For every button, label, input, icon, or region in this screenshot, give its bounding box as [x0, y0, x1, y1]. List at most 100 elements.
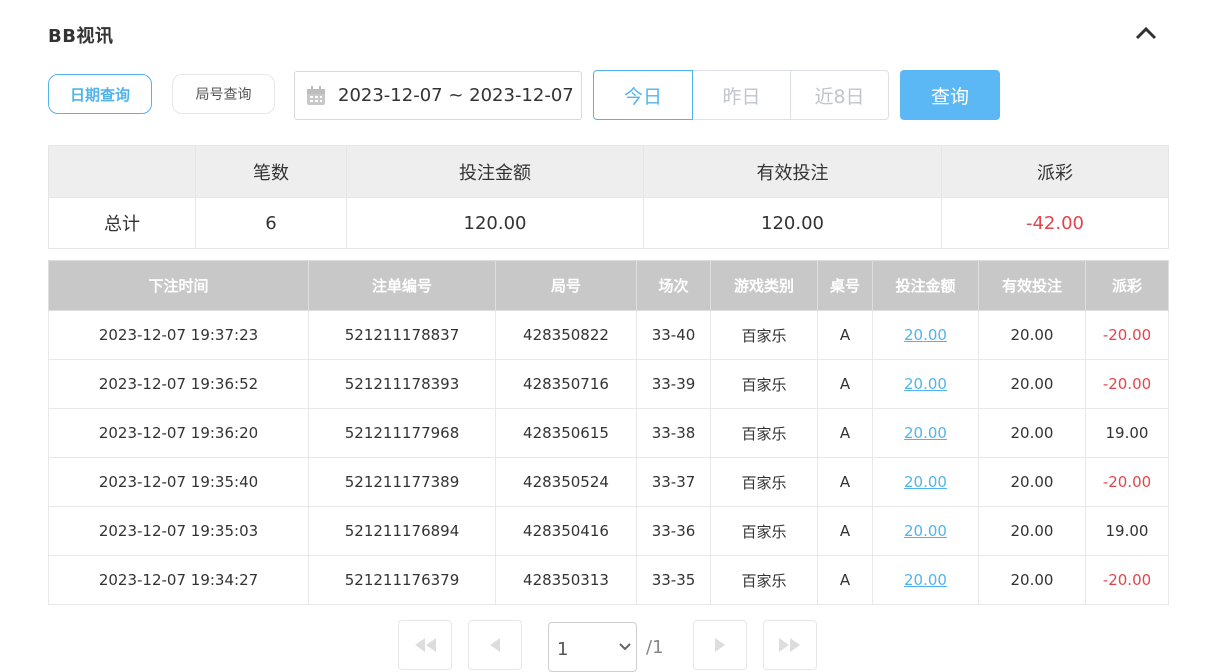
- cell-round-id: 428350615: [495, 408, 637, 458]
- cell-bet-amount: 20.00: [872, 359, 979, 409]
- cell-payout: -20.00: [1085, 457, 1169, 507]
- bet-amount-link[interactable]: 20.00: [904, 571, 947, 589]
- table-body: 2023-12-07 19:37:23 521211178837 428350822…: [48, 310, 1169, 605]
- summary-header: 笔数: [195, 145, 347, 198]
- column-header-bet-time: 下注时间: [48, 260, 309, 311]
- summary-label: 总计: [48, 197, 196, 249]
- chevron-down-icon: [619, 643, 631, 651]
- column-header-bet-id: 注单编号: [308, 260, 496, 311]
- cell-round-id: 428350313: [495, 555, 637, 605]
- table-row: 2023-12-07 19:36:52 521211178393 428350716…: [48, 359, 1169, 409]
- cell-bet-time: 2023-12-07 19:35:03: [48, 506, 309, 556]
- cell-valid-bet: 20.00: [978, 457, 1086, 507]
- column-header-bet-amount: 投注金额: [872, 260, 979, 311]
- page-total: /1: [646, 637, 664, 658]
- cell-bet-id: 521211177389: [308, 457, 496, 507]
- cell-bet-time: 2023-12-07 19:37:23: [48, 310, 309, 360]
- cell-bet-amount: 20.00: [872, 555, 979, 605]
- cell-table-no: A: [817, 555, 873, 605]
- cell-game-type: 百家乐: [710, 408, 818, 458]
- table-row: 2023-12-07 19:37:23 521211178837 428350822…: [48, 310, 1169, 360]
- cell-session: 33-36: [636, 506, 711, 556]
- cell-bet-time: 2023-12-07 19:36:20: [48, 408, 309, 458]
- cell-bet-id: 521211176379: [308, 555, 496, 605]
- cell-valid-bet: 20.00: [978, 359, 1086, 409]
- cell-valid-bet: 20.00: [978, 555, 1086, 605]
- column-header-valid-bet: 有效投注: [978, 260, 1086, 311]
- next-page-button[interactable]: [693, 620, 747, 670]
- bet-amount-link[interactable]: 20.00: [904, 326, 947, 344]
- cell-session: 33-38: [636, 408, 711, 458]
- cell-round-id: 428350524: [495, 457, 637, 507]
- date-range-value: 2023-12-07 ~ 2023-12-07: [338, 85, 574, 106]
- cell-bet-time: 2023-12-07 19:34:27: [48, 555, 309, 605]
- summary-table: 笔数 投注金额 有效投注 派彩 总计 6 120.00 120.00 -42.0…: [48, 145, 1169, 249]
- quick-today-button[interactable]: 今日: [593, 70, 693, 120]
- cell-table-no: A: [817, 310, 873, 360]
- column-header-payout: 派彩: [1085, 260, 1169, 311]
- table-row: 2023-12-07 19:36:20 521211177968 428350615…: [48, 408, 1169, 458]
- cell-bet-amount: 20.00: [872, 408, 979, 458]
- cell-game-type: 百家乐: [710, 555, 818, 605]
- cell-session: 33-37: [636, 457, 711, 507]
- cell-table-no: A: [817, 506, 873, 556]
- cell-game-type: 百家乐: [710, 457, 818, 507]
- summary-header-row: 笔数 投注金额 有效投注 派彩: [48, 145, 1169, 198]
- column-header-round-id: 局号: [495, 260, 637, 311]
- cell-round-id: 428350822: [495, 310, 637, 360]
- cell-bet-id: 521211177968: [308, 408, 496, 458]
- cell-bet-id: 521211176894: [308, 506, 496, 556]
- table-row: 2023-12-07 19:35:03 521211176894 428350416…: [48, 506, 1169, 556]
- summary-row: 总计 6 120.00 120.00 -42.00: [48, 197, 1169, 249]
- bet-amount-link[interactable]: 20.00: [904, 424, 947, 442]
- cell-session: 33-40: [636, 310, 711, 360]
- cell-valid-bet: 20.00: [978, 310, 1086, 360]
- calendar-icon: [307, 85, 325, 105]
- quick-8days-button[interactable]: 近8日: [791, 70, 889, 120]
- first-page-button[interactable]: [398, 620, 452, 670]
- cell-valid-bet: 20.00: [978, 408, 1086, 458]
- cell-bet-time: 2023-12-07 19:36:52: [48, 359, 309, 409]
- cell-game-type: 百家乐: [710, 310, 818, 360]
- cell-payout: -20.00: [1085, 359, 1169, 409]
- cell-table-no: A: [817, 359, 873, 409]
- column-header-table-no: 桌号: [817, 260, 873, 311]
- cell-payout: 19.00: [1085, 506, 1169, 556]
- column-header-game-type: 游戏类别: [710, 260, 818, 311]
- double-chevron-right-icon: [779, 638, 800, 652]
- bet-amount-link[interactable]: 20.00: [904, 522, 947, 540]
- cell-payout: 19.00: [1085, 408, 1169, 458]
- summary-header: [48, 145, 196, 198]
- date-query-tab[interactable]: 日期查询: [48, 74, 152, 114]
- summary-header: 投注金额: [346, 145, 644, 198]
- query-button[interactable]: 查询: [900, 70, 1000, 120]
- column-header-session: 场次: [636, 260, 711, 311]
- cell-session: 33-39: [636, 359, 711, 409]
- page-select[interactable]: 1: [548, 622, 637, 672]
- round-query-tab[interactable]: 局号查询: [172, 74, 275, 114]
- cell-session: 33-35: [636, 555, 711, 605]
- bet-amount-link[interactable]: 20.00: [904, 375, 947, 393]
- cell-game-type: 百家乐: [710, 506, 818, 556]
- bet-amount-link[interactable]: 20.00: [904, 473, 947, 491]
- prev-page-button[interactable]: [468, 620, 522, 670]
- table-row: 2023-12-07 19:34:27 521211176379 428350313…: [48, 555, 1169, 605]
- cell-bet-id: 521211178393: [308, 359, 496, 409]
- cell-bet-amount: 20.00: [872, 457, 979, 507]
- chevron-right-icon: [715, 638, 725, 652]
- bet-records-table: 下注时间 注单编号 局号 场次 游戏类别 桌号 投注金额 有效投注 派彩 2023-12-07 …: [48, 260, 1169, 605]
- pagination: 1 /1: [0, 620, 1217, 672]
- date-range-picker[interactable]: 2023-12-07 ~ 2023-12-07: [294, 71, 582, 120]
- last-page-button[interactable]: [763, 620, 817, 670]
- quick-yesterday-button[interactable]: 昨日: [693, 70, 791, 120]
- summary-bet-amount: 120.00: [346, 197, 644, 249]
- summary-valid-bet: 120.00: [643, 197, 942, 249]
- summary-count: 6: [195, 197, 347, 249]
- cell-bet-amount: 20.00: [872, 310, 979, 360]
- page-select-value: 1: [557, 639, 569, 660]
- cell-bet-id: 521211178837: [308, 310, 496, 360]
- double-chevron-left-icon: [415, 638, 436, 652]
- collapse-button[interactable]: [1134, 24, 1158, 42]
- cell-round-id: 428350716: [495, 359, 637, 409]
- cell-valid-bet: 20.00: [978, 506, 1086, 556]
